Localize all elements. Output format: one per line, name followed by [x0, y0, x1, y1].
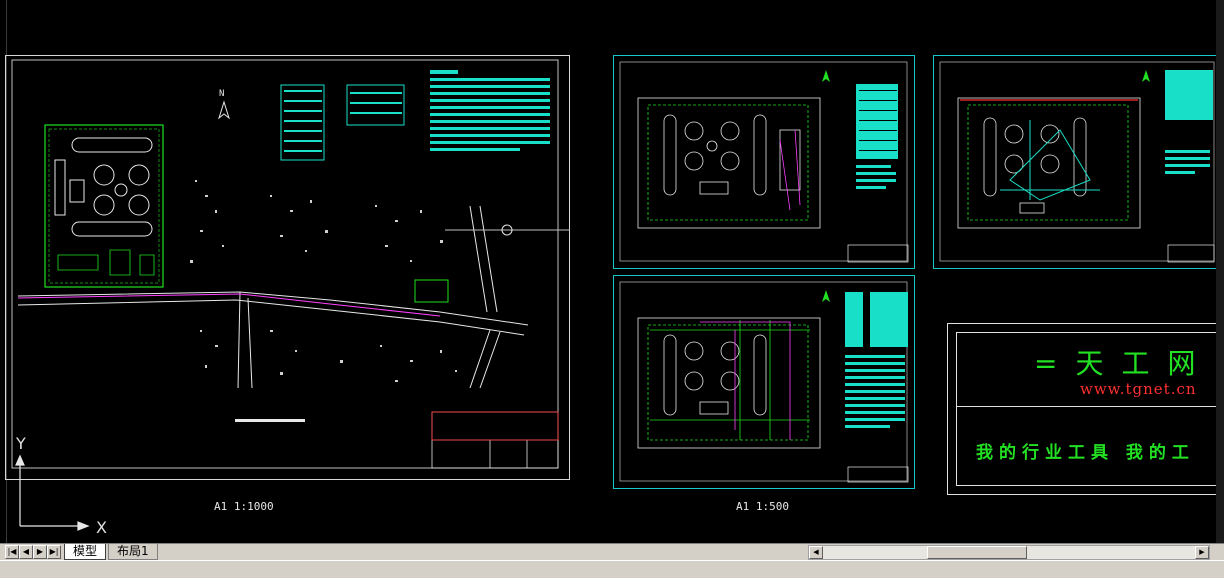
watermark-url: www.tgnet.cn: [1080, 380, 1197, 398]
next-tab-arrow-icon[interactable]: ▶: [33, 545, 47, 559]
watermark-slogan: 我的行业工具 我的工: [976, 443, 1195, 463]
layout-tab-bar: |◀ ◀ ▶ ▶| 模型 布局1 ◀ ▶: [0, 543, 1224, 560]
model-space-canvas[interactable]: A1 1:1000 N Y X A1 1:500 =天工网 www.tgnet.…: [0, 0, 1224, 543]
scale-label-right: A1 1:500: [736, 500, 789, 513]
watermark-box: =天工网 www.tgnet.cn 我的行业工具 我的工: [947, 323, 1224, 495]
vertical-scrollbar-edge[interactable]: [1216, 0, 1224, 543]
scroll-right-icon[interactable]: ▶: [1195, 546, 1209, 559]
watermark-title: =天工网: [1034, 347, 1214, 380]
status-strip: [0, 560, 1224, 578]
horizontal-scroll-thumb[interactable]: [927, 546, 1027, 559]
first-tab-arrow-icon[interactable]: |◀: [5, 545, 19, 559]
prev-tab-arrow-icon[interactable]: ◀: [19, 545, 33, 559]
tab-model[interactable]: 模型: [64, 544, 107, 560]
scroll-left-icon[interactable]: ◀: [809, 546, 823, 559]
horizontal-scrollbar[interactable]: ◀ ▶: [808, 545, 1210, 560]
tab-layout1[interactable]: 布局1: [108, 544, 158, 560]
watermark-divider: [956, 406, 1224, 407]
last-tab-arrow-icon[interactable]: ▶|: [47, 545, 61, 559]
